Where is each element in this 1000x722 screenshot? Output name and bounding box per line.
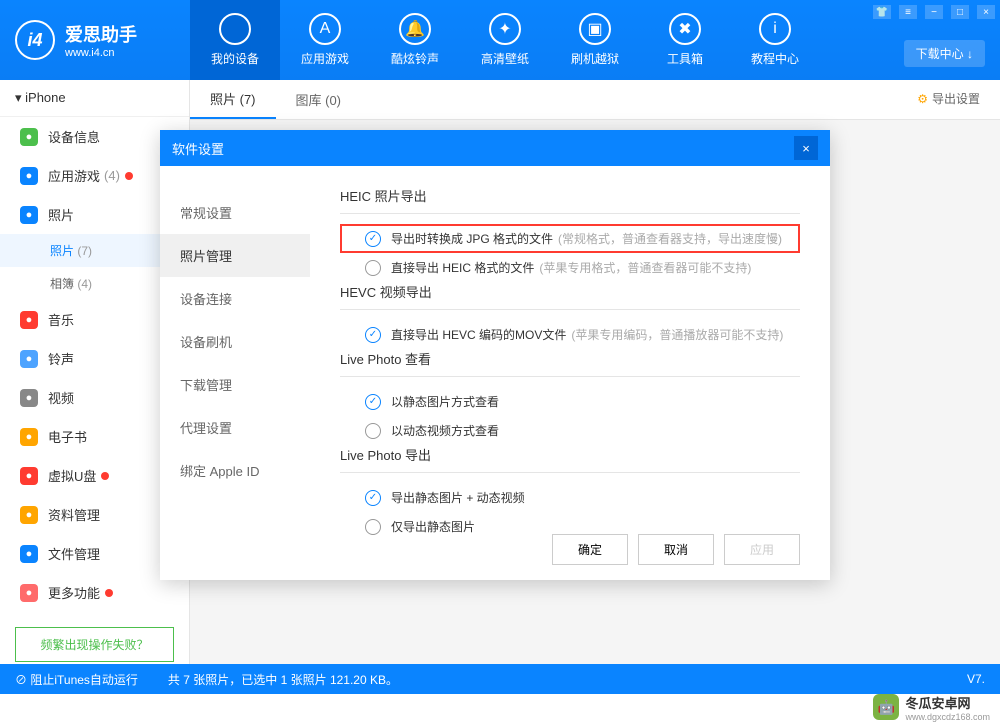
app-header: i4 爱思助手 www.i4.cn 我的设备A应用游戏🔔酷炫铃声✦高清壁纸▣刷机… [0,0,1000,80]
window-controls: 👕 ≡ − □ × [873,5,995,19]
sidebar-icon: ● [20,311,38,329]
radio-icon [365,231,381,247]
nav-3[interactable]: ✦高清壁纸 [460,0,550,80]
nav-icon: 🔔 [399,13,431,45]
itunes-toggle[interactable]: ⊘ 阻止iTunes自动运行 [15,671,138,688]
sidebar-icon: ● [20,545,38,563]
dialog-close-button[interactable]: × [794,136,818,160]
notification-dot [125,172,133,180]
sidebar-icon: ● [20,128,38,146]
dialog-sidebar-item[interactable]: 绑定 Apple ID [160,449,310,492]
notification-dot [105,589,113,597]
dialog-sidebar: 常规设置照片管理设备连接设备刷机下载管理代理设置绑定 Apple ID [160,166,310,580]
cancel-button[interactable]: 取消 [638,534,714,565]
dialog-header: 软件设置 × [160,130,830,166]
gear-icon: ⚙ [917,92,928,106]
nav-6[interactable]: i教程中心 [730,0,820,80]
section-title: HEIC 照片导出 [340,186,800,214]
notification-dot [101,472,109,480]
option-row[interactable]: 以动态视频方式查看 [340,416,800,445]
radio-icon [365,490,381,506]
section-title: Live Photo 导出 [340,445,800,473]
nav-icon: ✦ [489,13,521,45]
sidebar-icon: ● [20,167,38,185]
option-row[interactable]: 直接导出 HEVC 编码的MOV文件(苹果专用编码，普通播放器可能不支持) [340,320,800,349]
nav-2[interactable]: 🔔酷炫铃声 [370,0,460,80]
sidebar-icon: ● [20,350,38,368]
sidebar-icon: ● [20,389,38,407]
apply-button[interactable]: 应用 [724,534,800,565]
watermark: 🤖 冬瓜安卓网 www.dgxcdz168.com [873,694,990,720]
option-row[interactable]: 导出静态图片 + 动态视频 [340,483,800,512]
radio-icon [365,394,381,410]
dialog-title: 软件设置 [172,139,224,158]
device-selector[interactable]: ▾ iPhone [0,80,189,117]
export-settings-label: 导出设置 [932,90,980,107]
android-icon: 🤖 [873,694,899,720]
dialog-sidebar-item[interactable]: 常规设置 [160,191,310,234]
nav-icon: ▣ [579,13,611,45]
maximize-icon[interactable]: □ [951,5,969,19]
option-row[interactable]: 以静态图片方式查看 [340,387,800,416]
dialog-sidebar-item[interactable]: 代理设置 [160,406,310,449]
status-info: 共 7 张照片，已选中 1 张照片 121.20 KB。 [168,671,398,688]
logo-icon: i4 [15,20,55,60]
nav-icon: A [309,13,341,45]
close-icon[interactable]: × [977,5,995,19]
sidebar-icon: ● [20,206,38,224]
section-title: Live Photo 查看 [340,349,800,377]
nav-0[interactable]: 我的设备 [190,0,280,80]
radio-icon [365,327,381,343]
device-name: iPhone [25,90,65,105]
logo: i4 爱思助手 www.i4.cn [0,20,190,60]
nav-5[interactable]: ✖工具箱 [640,0,730,80]
option-row[interactable]: 导出时转换成 JPG 格式的文件(常规格式，普通查看器支持，导出速度慢) [340,224,800,253]
nav-1[interactable]: A应用游戏 [280,0,370,80]
nav-icon [219,13,251,45]
nav-tabs: 我的设备A应用游戏🔔酷炫铃声✦高清壁纸▣刷机越狱✖工具箱i教程中心 [190,0,820,80]
section-title: HEVC 视频导出 [340,282,800,310]
help-button[interactable]: 频繁出现操作失败？ [15,627,174,662]
settings-dialog: 软件设置 × 常规设置照片管理设备连接设备刷机下载管理代理设置绑定 Apple … [160,130,830,580]
watermark-url: www.dgxcdz168.com [905,712,990,722]
settings-icon[interactable]: ≡ [899,5,917,19]
dialog-sidebar-item[interactable]: 照片管理 [160,234,310,277]
app-url: www.i4.cn [65,47,137,59]
tab[interactable]: 照片 (7) [190,80,276,119]
dialog-sidebar-item[interactable]: 下载管理 [160,363,310,406]
radio-icon [365,519,381,535]
sidebar-icon: ● [20,584,38,602]
status-bar: ⊘ 阻止iTunes自动运行 共 7 张照片，已选中 1 张照片 121.20 … [0,664,1000,694]
shirt-icon[interactable]: 👕 [873,5,891,19]
dialog-footer: 确定 取消 应用 [552,534,800,565]
ok-button[interactable]: 确定 [552,534,628,565]
export-settings-button[interactable]: ⚙ 导出设置 [917,90,980,107]
content-tabs: 照片 (7)图库 (0) ⚙ 导出设置 [190,80,1000,120]
watermark-name: 冬瓜安卓网 [905,693,990,712]
radio-icon [365,423,381,439]
dialog-content: HEIC 照片导出导出时转换成 JPG 格式的文件(常规格式，普通查看器支持，导… [310,166,830,580]
radio-icon [365,260,381,276]
sidebar-icon: ● [20,428,38,446]
sidebar-icon: ● [20,467,38,485]
nav-icon: i [759,13,791,45]
download-center-button[interactable]: 下载中心 ↓ [904,40,985,67]
minimize-icon[interactable]: − [925,5,943,19]
version-label: V7. [967,672,985,686]
sidebar-icon: ● [20,506,38,524]
nav-4[interactable]: ▣刷机越狱 [550,0,640,80]
app-title: 爱思助手 [65,21,137,47]
nav-icon: ✖ [669,13,701,45]
tab[interactable]: 图库 (0) [276,80,362,119]
dialog-sidebar-item[interactable]: 设备连接 [160,277,310,320]
dialog-sidebar-item[interactable]: 设备刷机 [160,320,310,363]
option-row[interactable]: 直接导出 HEIC 格式的文件(苹果专用格式，普通查看器可能不支持) [340,253,800,282]
